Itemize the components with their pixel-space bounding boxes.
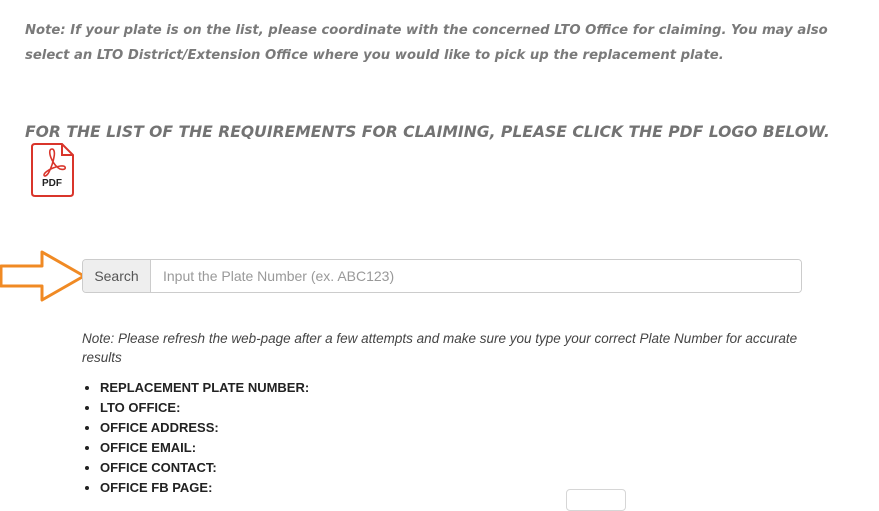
plate-search-group: Search (82, 259, 802, 293)
plate-number-input[interactable] (151, 260, 801, 292)
result-field-plate-number: REPLACEMENT PLATE NUMBER: (100, 378, 309, 398)
pdf-logo-link[interactable]: PDF (30, 143, 74, 197)
arrow-right-icon (0, 250, 86, 302)
result-fields-list: REPLACEMENT PLATE NUMBER: LTO OFFICE: OF… (82, 378, 309, 498)
claiming-note: Note: If your plate is on the list, plea… (25, 23, 828, 63)
result-field-office-address: OFFICE ADDRESS: (100, 418, 309, 438)
result-field-lto-office: LTO OFFICE: (100, 398, 309, 418)
partial-button[interactable] (566, 489, 626, 511)
requirements-heading: FOR THE LIST OF THE REQUIREMENTS FOR CLA… (25, 123, 830, 141)
refresh-note: Note: Please refresh the web-page after … (82, 331, 798, 365)
result-field-office-fb-page: OFFICE FB PAGE: (100, 478, 309, 498)
result-field-office-email: OFFICE EMAIL: (100, 438, 309, 458)
search-button[interactable]: Search (83, 260, 151, 292)
result-field-office-contact: OFFICE CONTACT: (100, 458, 309, 478)
pdf-label: PDF (42, 178, 62, 189)
